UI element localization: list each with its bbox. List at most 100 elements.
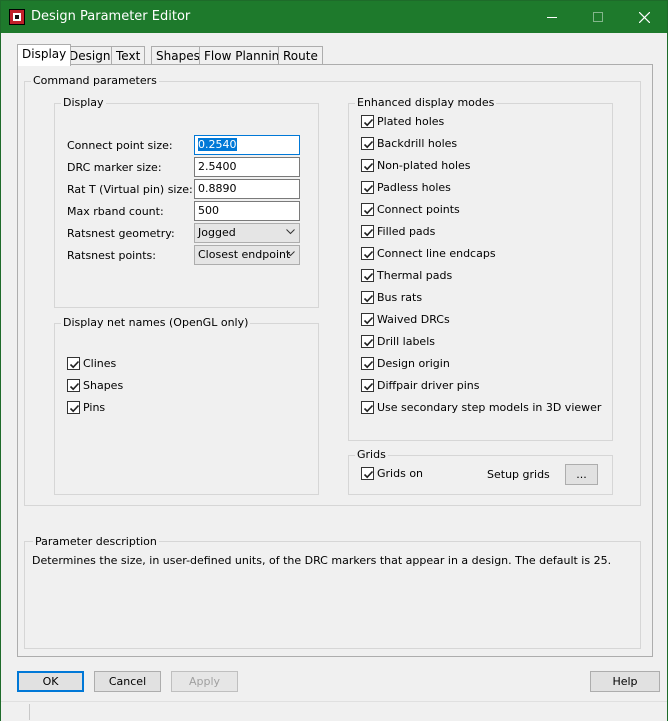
- checkbox-box: [361, 115, 374, 128]
- status-divider: [29, 704, 30, 720]
- rat-t-size-input[interactable]: 0.8890: [194, 179, 300, 199]
- checkbox-box: [67, 379, 80, 392]
- group-label: Parameter description: [33, 535, 159, 548]
- checkmark-icon: [363, 140, 374, 149]
- checkbox-label: Backdrill holes: [377, 137, 458, 150]
- checkmark-icon: [363, 360, 374, 369]
- checkmark-icon: [69, 404, 80, 413]
- checkbox-box: [361, 467, 374, 480]
- tab-route[interactable]: Route: [278, 46, 323, 65]
- title-bar[interactable]: Design Parameter Editor: [1, 1, 667, 33]
- group-label: Display net names (OpenGL only): [61, 316, 251, 329]
- window-title: Design Parameter Editor: [31, 9, 191, 24]
- minimize-button[interactable]: [529, 1, 575, 33]
- tab-text[interactable]: Text: [111, 46, 146, 65]
- select-value: Closest endpoint: [198, 248, 291, 261]
- checkmark-icon: [363, 316, 374, 325]
- close-button[interactable]: [621, 1, 667, 33]
- checkbox-label: Connect points: [377, 203, 460, 216]
- tab-shapes[interactable]: Shapes: [151, 46, 205, 65]
- checkbox-label: Grids on: [377, 467, 424, 480]
- group-label: Enhanced display modes: [355, 96, 497, 109]
- select-value: Jogged: [198, 226, 236, 239]
- checkbox-label: Pins: [83, 401, 106, 414]
- ok-button[interactable]: OK: [17, 671, 84, 692]
- checkbox-label: Connect line endcaps: [377, 247, 496, 260]
- ratsnest-geometry-select[interactable]: Jogged: [194, 223, 300, 243]
- checkmark-icon: [363, 206, 374, 215]
- ratsnest-geometry-label: Ratsnest geometry:: [67, 227, 175, 240]
- checkmark-icon: [363, 382, 374, 391]
- checkbox-label: Waived DRCs: [377, 313, 450, 326]
- checkbox-label: Padless holes: [377, 181, 451, 194]
- maximize-icon: [593, 12, 603, 22]
- checkbox-label: Drill labels: [377, 335, 435, 348]
- checkbox-label: Plated holes: [377, 115, 445, 128]
- checkbox-label: Shapes: [83, 379, 124, 392]
- checkbox-box: [67, 401, 80, 414]
- checkbox-label: Design origin: [377, 357, 450, 370]
- checkbox-box: [361, 203, 374, 216]
- close-icon: [638, 11, 650, 23]
- checkbox-box: [361, 357, 374, 370]
- checkbox-label: Filled pads: [377, 225, 436, 238]
- checkbox-box: [361, 159, 374, 172]
- checkmark-icon: [69, 360, 80, 369]
- checkbox-label: Clines: [83, 357, 117, 370]
- help-button[interactable]: Help: [590, 671, 660, 692]
- ratsnest-points-label: Ratsnest points:: [67, 249, 156, 262]
- dialog-window: Design Parameter Editor Display Design T…: [0, 0, 668, 721]
- checkbox-box: [361, 269, 374, 282]
- apply-button: Apply: [171, 671, 238, 692]
- max-rband-count-input[interactable]: 500: [194, 201, 300, 221]
- checkmark-icon: [363, 404, 374, 413]
- checkmark-icon: [363, 250, 374, 259]
- checkbox-box: [361, 379, 374, 392]
- checkmark-icon: [363, 272, 374, 281]
- checkbox-label: Bus rats: [377, 291, 423, 304]
- checkbox-label: Thermal pads: [377, 269, 453, 282]
- checkbox-box: [361, 137, 374, 150]
- status-bar: [1, 701, 667, 721]
- checkbox-label: Diffpair driver pins: [377, 379, 480, 392]
- group-label: Command parameters: [31, 74, 159, 87]
- rat-t-size-label: Rat T (Virtual pin) size:: [67, 183, 193, 196]
- checkbox-box: [361, 313, 374, 326]
- ratsnest-points-select[interactable]: Closest endpoint: [194, 245, 300, 265]
- checkbox-box: [361, 225, 374, 238]
- input-value: 0.2540: [198, 138, 237, 151]
- checkbox-label: Non-plated holes: [377, 159, 471, 172]
- drc-marker-size-label: DRC marker size:: [67, 161, 162, 174]
- max-rband-count-label: Max rband count:: [67, 205, 164, 218]
- checkmark-icon: [363, 118, 374, 127]
- connect-point-size-label: Connect point size:: [67, 139, 173, 152]
- group-label: Grids: [355, 448, 388, 461]
- checkmark-icon: [363, 470, 374, 479]
- chevron-down-icon: [286, 251, 295, 257]
- checkbox-box: [361, 335, 374, 348]
- chevron-down-icon: [286, 229, 295, 235]
- checkmark-icon: [363, 338, 374, 347]
- checkbox-box: [361, 247, 374, 260]
- checkbox-box: [361, 291, 374, 304]
- tab-design[interactable]: Design: [64, 46, 116, 65]
- app-icon: [9, 9, 25, 25]
- checkbox-box: [361, 181, 374, 194]
- checkbox-box: [67, 357, 80, 370]
- checkmark-icon: [363, 184, 374, 193]
- checkmark-icon: [363, 162, 374, 171]
- maximize-button: [575, 1, 621, 33]
- group-label: Display: [61, 96, 106, 109]
- setup-grids-label: Setup grids: [487, 468, 550, 481]
- minimize-icon: [547, 17, 557, 18]
- drc-marker-size-input[interactable]: 2.5400: [194, 157, 300, 177]
- checkmark-icon: [363, 228, 374, 237]
- tab-display[interactable]: Display: [17, 44, 72, 66]
- connect-point-size-input[interactable]: 0.2540: [194, 135, 300, 155]
- checkmark-icon: [363, 294, 374, 303]
- cancel-button[interactable]: Cancel: [94, 671, 161, 692]
- checkbox-box: [361, 401, 374, 414]
- setup-grids-button[interactable]: ...: [565, 464, 598, 485]
- checkbox-label: Use secondary step models in 3D viewer: [377, 401, 602, 414]
- checkmark-icon: [69, 382, 80, 391]
